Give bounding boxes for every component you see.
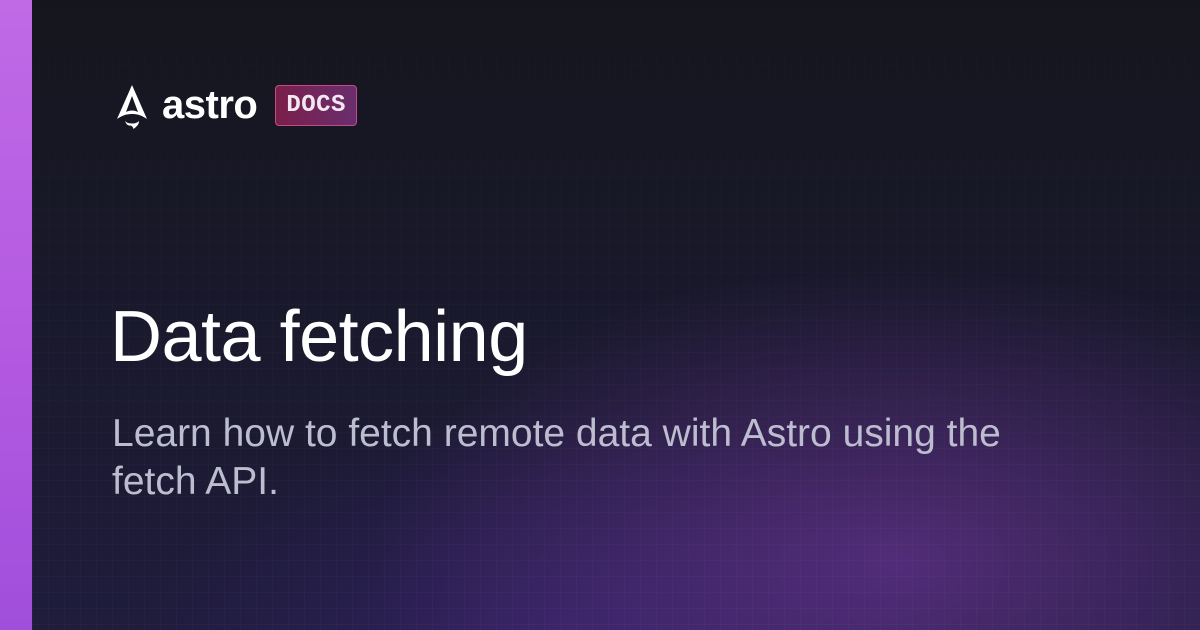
og-card: astro DOCS Data fetching Learn how to fe…: [0, 0, 1200, 630]
accent-bar: [0, 0, 32, 630]
docs-badge: DOCS: [275, 84, 357, 126]
brand-header: astro DOCS: [112, 82, 357, 134]
brand-wordmark: astro: [162, 83, 258, 127]
page-title: Data fetching: [110, 297, 528, 377]
page-description: Learn how to fetch remote data with Astr…: [112, 412, 1001, 503]
astro-rocket-icon: [117, 85, 147, 129]
